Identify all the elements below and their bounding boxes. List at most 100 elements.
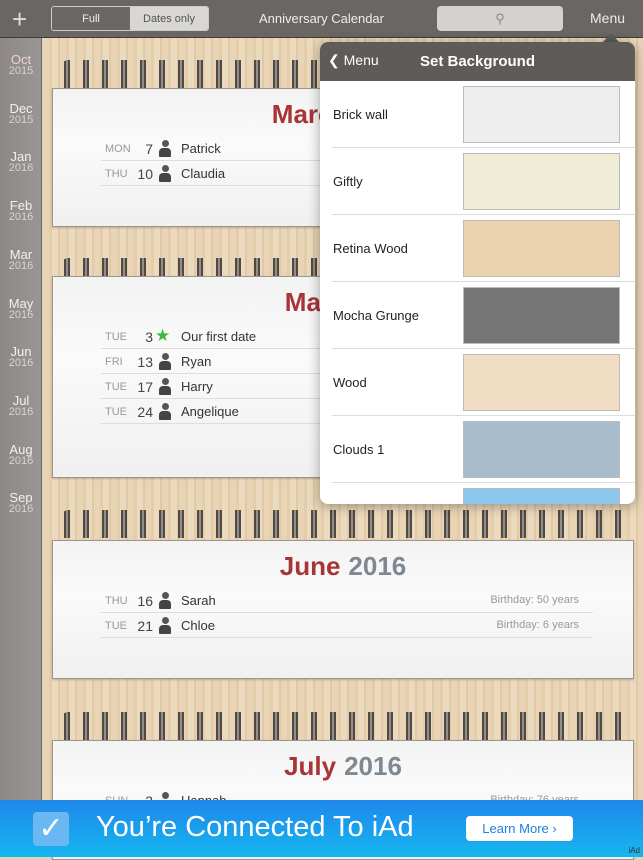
sidebar-month-item[interactable]: Sep 2016 (0, 491, 42, 515)
background-option[interactable] (332, 483, 635, 504)
day-of-week: THU (105, 595, 128, 607)
view-mode-segmented-control: Full Dates only (51, 6, 209, 31)
day-number: 16 (137, 593, 153, 609)
background-label: Clouds 1 (333, 442, 385, 457)
sidebar-month-item[interactable]: Feb 2016 (0, 199, 42, 223)
day-number: 13 (137, 354, 153, 370)
person-body (159, 173, 171, 182)
year-label: 2016 (8, 162, 34, 175)
search-field[interactable]: ⚲ (437, 6, 563, 31)
background-option[interactable]: Brick wall (332, 81, 635, 148)
spiral-binding (62, 712, 632, 740)
month-label: May (8, 295, 34, 311)
add-icon[interactable]: + (12, 4, 27, 35)
day-number: 21 (137, 618, 153, 634)
person-head (162, 592, 169, 599)
person-icon (159, 378, 171, 395)
month-label: Mar (9, 246, 33, 262)
person-body (159, 625, 171, 634)
month-index-sidebar: Oct 2015 Dec 2015 Jan 2016 Feb 2016 Mar 2016 May 20… (0, 38, 42, 800)
month-label: Aug (9, 441, 33, 457)
person-icon (159, 403, 171, 420)
event-name: Patrick (181, 141, 221, 156)
background-option[interactable]: Giftly (332, 148, 635, 215)
month-year: 2016 (348, 551, 407, 581)
sidebar-month-item[interactable]: Oct 2015 (0, 53, 42, 77)
search-icon: ⚲ (495, 11, 505, 26)
person-body (159, 386, 171, 395)
sidebar-month-item[interactable]: Mar 2016 (0, 248, 42, 272)
person-icon (159, 353, 171, 370)
event-name: Our first date (181, 329, 257, 344)
person-icon (159, 165, 171, 182)
background-thumbnail (463, 287, 620, 344)
year-label: 2016 (8, 503, 34, 516)
sidebar-month-item[interactable]: Aug 2016 (0, 443, 42, 467)
month-label: Dec (9, 100, 33, 116)
month-label: Jul (12, 392, 30, 408)
year-label: 2015 (8, 65, 34, 77)
iad-banner[interactable]: ✓ You’re Connected To iAd Learn More › i… (0, 800, 643, 857)
background-thumbnail (463, 354, 620, 411)
chevron-left-icon: ❮ (328, 52, 344, 68)
year-label: 2016 (8, 454, 34, 467)
event-note: Birthday: 6 years (496, 619, 579, 631)
person-icon (159, 140, 171, 157)
year-label: 2016 (8, 211, 34, 224)
sidebar-month-item[interactable]: Jul 2016 (0, 394, 42, 418)
person-body (159, 148, 171, 157)
year-label: 2016 (8, 308, 34, 321)
event-note: Birthday: 50 years (490, 594, 579, 606)
person-body (159, 600, 171, 609)
day-number: 7 (145, 141, 153, 157)
background-label: Brick wall (333, 107, 388, 122)
day-of-week: THU (105, 168, 128, 180)
day-of-week: FRI (105, 356, 123, 368)
segment-dates-only[interactable]: Dates only (130, 7, 208, 30)
background-list[interactable]: Brick wall Giftly Retina Wood Mocha Grunge W… (320, 81, 635, 504)
background-thumbnail (463, 86, 620, 143)
event-row[interactable]: THU 16 Sarah Birthday: 50 years (101, 588, 593, 613)
person-body (159, 411, 171, 420)
background-label: Giftly (333, 174, 363, 189)
event-name: Ryan (181, 354, 212, 369)
ad-text: You’re Connected To iAd (96, 811, 414, 843)
background-thumbnail (463, 488, 620, 504)
person-head (162, 403, 169, 410)
segment-full[interactable]: Full (52, 7, 130, 30)
background-label: Mocha Grunge (333, 308, 419, 323)
year-label: 2016 (8, 405, 34, 418)
iad-logo: iAd (628, 846, 640, 855)
menu-button[interactable]: Menu (590, 10, 625, 26)
day-of-week: TUE (105, 381, 127, 393)
day-number: 24 (137, 404, 153, 420)
day-number: 17 (137, 379, 153, 395)
sidebar-month-item[interactable]: Jun 2016 (0, 345, 42, 369)
calendar-month-card: June 2016 THU 16 Sarah Birthday: 50 years TUE 2… (52, 540, 634, 679)
top-bar: + Full Dates only Anniversary Calendar ⚲… (0, 0, 643, 38)
back-button[interactable]: ❮ Menu (328, 52, 379, 69)
learn-more-button[interactable]: Learn More › (466, 816, 573, 841)
person-icon (159, 617, 171, 634)
sidebar-month-item[interactable]: Jan 2016 (0, 150, 42, 174)
background-option[interactable]: Clouds 1 (332, 416, 635, 483)
background-option[interactable]: Retina Wood (332, 215, 635, 282)
event-name: Claudia (181, 166, 226, 181)
event-row[interactable]: TUE 21 Chloe Birthday: 6 years (101, 613, 593, 638)
year-label: 2016 (8, 357, 34, 370)
background-option[interactable]: Wood (332, 349, 635, 416)
event-name: Chloe (181, 618, 215, 633)
person-head (162, 792, 169, 799)
back-label: Menu (343, 52, 379, 68)
day-of-week: TUE (105, 620, 127, 632)
person-head (162, 140, 169, 147)
background-option[interactable]: Mocha Grunge (332, 282, 635, 349)
background-label: Wood (333, 375, 367, 390)
sidebar-month-item[interactable]: May 2016 (0, 297, 42, 321)
event-name: Angelique (181, 404, 239, 419)
day-of-week: MON (105, 143, 131, 155)
sidebar-month-item[interactable]: Dec 2015 (0, 102, 42, 126)
day-number: 3 (145, 329, 153, 345)
month-title: June 2016 (53, 551, 633, 582)
year-label: 2016 (8, 259, 34, 272)
